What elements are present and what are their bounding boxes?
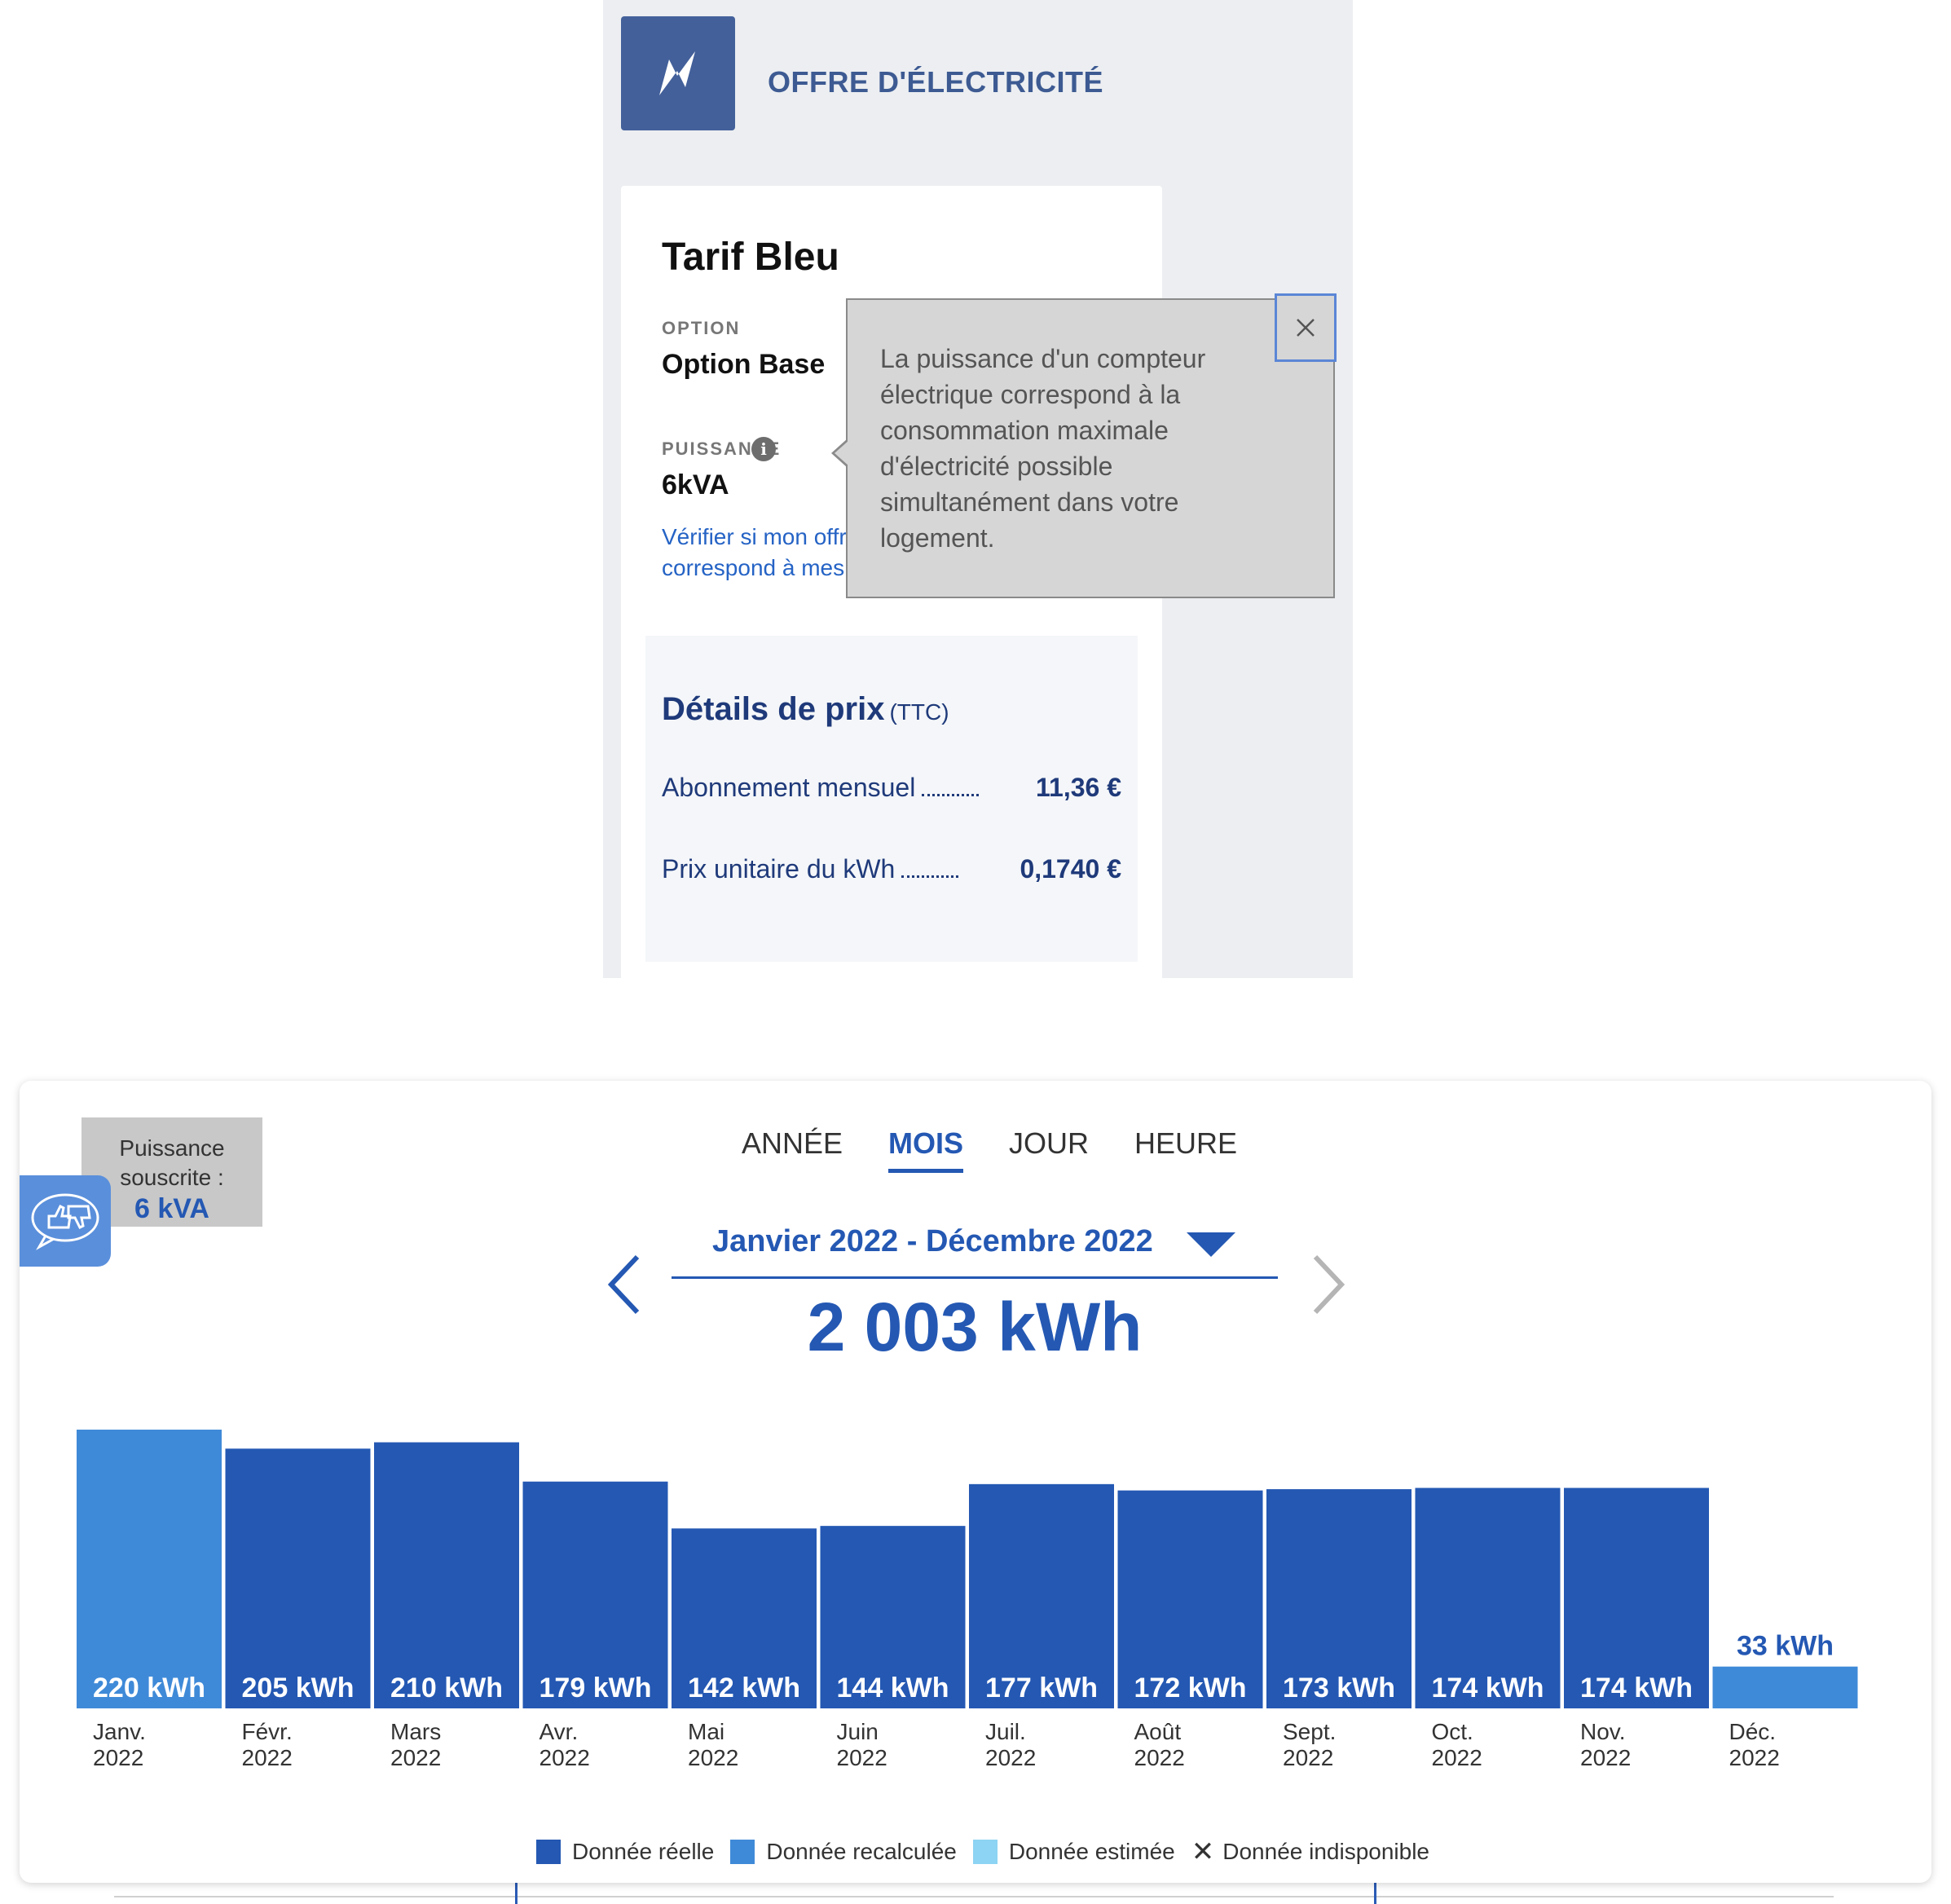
price-row-label: Abonnement mensuel <box>662 773 916 802</box>
period-tabs: ANNÉE MOIS JOUR HEURE <box>742 1126 1237 1173</box>
legend-swatch <box>536 1840 561 1864</box>
bar-value-label: 220 kWh <box>93 1673 205 1703</box>
chart-bar <box>77 1430 222 1708</box>
x-tick-label: Août <box>1134 1719 1182 1744</box>
divider <box>114 1896 1834 1897</box>
price-details-heading: Détails de prix <box>662 691 885 727</box>
lightning-icon <box>621 16 735 130</box>
tab-annee[interactable]: ANNÉE <box>742 1126 843 1173</box>
price-row-amount: 11,36 € <box>1036 773 1121 802</box>
x-tick-label: Avr. <box>539 1719 579 1744</box>
legend-label: Donnée recalculée <box>766 1839 957 1864</box>
x-tick-label: Mai <box>688 1719 724 1744</box>
x-tick-label: Juil. <box>985 1719 1026 1744</box>
tab-heure[interactable]: HEURE <box>1134 1126 1237 1173</box>
legend-item-estimee: Donnée estimée <box>972 1839 1175 1865</box>
chart-bar <box>1712 1666 1858 1708</box>
bar-value-label: 210 kWh <box>390 1673 503 1703</box>
bar-value-label: 174 kWh <box>1432 1673 1544 1703</box>
offer-title: OFFRE D'ÉLECTRICITÉ <box>768 65 1104 99</box>
puissance-tooltip: La puissance d'un compteur électrique co… <box>846 298 1335 598</box>
tab-mois[interactable]: MOIS <box>888 1126 964 1173</box>
legend-label: Donnée estimée <box>1008 1839 1175 1864</box>
consumption-card: 220 kWh Janv. 2022 205 kWh Févr. 2022 210 kWh M… <box>20 1081 1931 1883</box>
total-consumption: 2 003 kWh <box>807 1289 1143 1365</box>
bar-value-label: 179 kWh <box>539 1673 652 1703</box>
price-row-dots <box>922 794 980 796</box>
feedback-icon[interactable] <box>20 1175 111 1267</box>
x-tick-label: 2022 <box>1432 1745 1482 1770</box>
price-details: Détails de prix (TTC) Abonnement mensuel … <box>645 636 1138 962</box>
tooltip-text: La puissance d'un compteur électrique co… <box>880 344 1206 553</box>
tooltip-arrow-inner <box>835 440 849 466</box>
x-tick-label: 2022 <box>1580 1745 1631 1770</box>
x-tick-label: Déc. <box>1729 1719 1777 1744</box>
x-tick-label: Févr. <box>242 1719 293 1744</box>
x-tick-label: Sept. <box>1283 1719 1336 1744</box>
chart-legend: Donnée réelle Donnée recalculée Donnée e… <box>536 1836 1446 1868</box>
chevron-right-icon[interactable] <box>1307 1252 1348 1321</box>
puissance-value: 6kVA <box>662 469 729 500</box>
chart-bar <box>225 1448 371 1708</box>
x-tick-label: 2022 <box>93 1745 143 1770</box>
price-row-dots <box>901 875 959 878</box>
legend-swatch <box>972 1840 998 1864</box>
option-label: OPTION <box>662 318 741 338</box>
verify-offer-link[interactable]: Vérifier si mon offre correspond à mes u… <box>662 522 874 587</box>
price-details-title: Détails de prix (TTC) <box>662 691 949 728</box>
badge-label: Puissance souscrite : <box>119 1135 225 1190</box>
period-selector[interactable]: Janvier 2022 - Décembre 2022 <box>712 1224 1153 1259</box>
close-icon[interactable] <box>1275 293 1337 362</box>
x-tick-label: 2022 <box>1729 1745 1780 1770</box>
divider-tick <box>1374 1880 1376 1904</box>
price-row-kwh: Prix unitaire du kWh 0,1740 € <box>662 854 1121 884</box>
chevron-left-icon[interactable] <box>605 1252 645 1321</box>
x-tick-label: 2022 <box>688 1745 738 1770</box>
x-tick-label: 2022 <box>539 1745 590 1770</box>
legend-label: Donnée réelle <box>572 1839 715 1864</box>
price-row-label: Prix unitaire du kWh <box>662 854 896 884</box>
bar-value-label: 172 kWh <box>1134 1673 1247 1703</box>
consumption-chart: 220 kWhJanv.2022205 kWhFévr.2022210 kWhM… <box>77 1430 1858 1770</box>
bar-value-label: 174 kWh <box>1580 1673 1693 1703</box>
x-tick-label: Janv. <box>93 1719 146 1744</box>
info-icon[interactable]: i <box>751 437 776 461</box>
x-tick-label: 2022 <box>985 1745 1036 1770</box>
bar-value-label: 173 kWh <box>1283 1673 1395 1703</box>
bar-value-label: 177 kWh <box>985 1673 1098 1703</box>
legend-item-indisponible: ✕ Donnée indisponible <box>1191 1836 1429 1868</box>
x-tick-label: Oct. <box>1432 1719 1473 1744</box>
x-tick-label: Mars <box>390 1719 441 1744</box>
chart-bar <box>374 1442 519 1708</box>
x-tick-label: 2022 <box>242 1745 293 1770</box>
x-tick-label: 2022 <box>1134 1745 1185 1770</box>
tab-jour[interactable]: JOUR <box>1009 1126 1089 1173</box>
price-row-amount: 0,1740 € <box>1020 854 1121 884</box>
price-row-abonnement: Abonnement mensuel 11,36 € <box>662 773 1121 803</box>
legend-item-recalculee: Donnée recalculée <box>730 1839 957 1865</box>
legend-item-reelle: Donnée réelle <box>536 1839 714 1865</box>
bar-value-label: 205 kWh <box>242 1673 355 1703</box>
close-icon: ✕ <box>1191 1836 1215 1867</box>
price-details-ttc: (TTC) <box>889 699 949 725</box>
x-tick-label: Juin <box>837 1719 879 1744</box>
x-tick-label: Nov. <box>1580 1719 1626 1744</box>
bar-value-label: 142 kWh <box>688 1673 800 1703</box>
divider-tick <box>515 1880 517 1904</box>
legend-label: Donnée indisponible <box>1222 1839 1429 1864</box>
bar-value-label: 144 kWh <box>837 1673 949 1703</box>
chevron-down-icon[interactable] <box>1187 1232 1235 1257</box>
x-tick-label: 2022 <box>837 1745 887 1770</box>
x-tick-label: 2022 <box>390 1745 441 1770</box>
x-tick-label: 2022 <box>1283 1745 1333 1770</box>
period-underline <box>672 1276 1278 1279</box>
bar-value-label: 33 kWh <box>1737 1631 1834 1662</box>
option-value: Option Base <box>662 349 826 380</box>
tarif-name: Tarif Bleu <box>662 236 839 279</box>
legend-swatch <box>730 1840 755 1864</box>
